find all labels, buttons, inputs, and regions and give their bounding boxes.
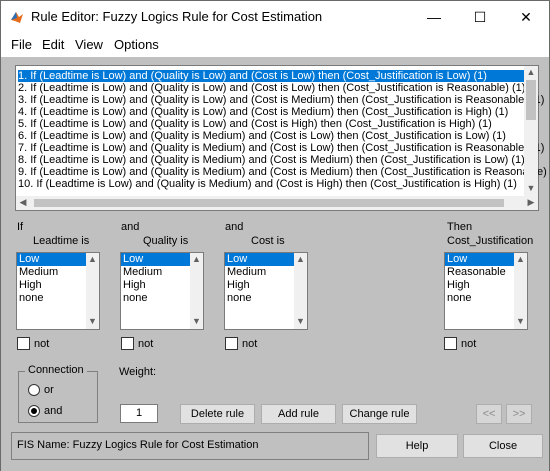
rule-item[interactable]: 6. If (Leadtime is Low) and (Quality is … [18, 130, 526, 142]
quality-option[interactable]: Low [121, 253, 190, 266]
rule-item[interactable]: 7. If (Leadtime is Low) and (Quality is … [18, 142, 544, 154]
scroll-up-icon[interactable]: ▲ [514, 253, 527, 267]
rule-item[interactable]: 3. If (Leadtime is Low) and (Quality is … [18, 94, 544, 106]
leadtime-not-checkbox[interactable] [17, 337, 30, 350]
menu-view[interactable]: View [75, 37, 103, 52]
cost-option[interactable]: Medium [225, 266, 294, 279]
window-title: Rule Editor: Fuzzy Logics Rule for Cost … [31, 9, 323, 24]
leadtime-scrollbar[interactable]: ▲ ▼ [86, 253, 99, 329]
rule-item[interactable]: 5. If (Leadtime is Low) and (Quality is … [18, 118, 526, 130]
cost-label: Cost is [251, 235, 285, 247]
rule-item[interactable]: 2. If (Leadtime is Low) and (Quality is … [18, 82, 526, 94]
rule-item[interactable]: 4. If (Leadtime is Low) and (Quality is … [18, 106, 526, 118]
scroll-down-icon[interactable]: ▼ [524, 182, 538, 196]
rules-list[interactable]: 1. If (Leadtime is Low) and (Quality is … [15, 65, 550, 211]
rules-horizontal-thumb[interactable] [34, 199, 504, 207]
leadtime-option[interactable]: Medium [17, 266, 86, 279]
leadtime-listbox[interactable]: Low Medium High none ▲ ▼ [16, 252, 100, 330]
cost-justification-option[interactable]: Low [445, 253, 514, 266]
rule-item[interactable]: 9. If (Leadtime is Low) and (Quality is … [18, 166, 550, 178]
scroll-down-icon[interactable]: ▼ [86, 315, 99, 329]
leadtime-option[interactable]: Low [17, 253, 86, 266]
scroll-up-icon[interactable]: ▲ [294, 253, 307, 267]
quality-label: Quality is [143, 235, 189, 247]
scroll-down-icon[interactable]: ▼ [294, 315, 307, 329]
minimize-icon: — [427, 9, 441, 25]
quality-scrollbar[interactable]: ▲ ▼ [190, 253, 203, 329]
cost-listbox[interactable]: Low Medium High none ▲ ▼ [224, 252, 308, 330]
cost-justification-not-checkbox[interactable] [444, 337, 457, 350]
help-button[interactable]: Help [376, 434, 458, 458]
status-bar: FIS Name: Fuzzy Logics Rule for Cost Est… [11, 432, 369, 460]
scroll-down-icon[interactable]: ▼ [514, 315, 527, 329]
close-icon: ✕ [520, 8, 532, 25]
cost-justification-option[interactable]: High [445, 279, 514, 292]
or-radio[interactable] [28, 384, 40, 396]
cost-justification-not-label: not [461, 338, 477, 350]
cost-justification-option[interactable]: Reasonable [445, 266, 514, 279]
quality-option[interactable]: none [121, 292, 190, 305]
maximize-icon: ☐ [473, 8, 487, 25]
then-label: Then [447, 221, 473, 233]
connection-label: Connection [25, 364, 87, 376]
minimize-button[interactable]: — [411, 1, 457, 33]
matlab-icon [11, 12, 23, 23]
leadtime-option[interactable]: none [17, 292, 86, 305]
title-bar: Rule Editor: Fuzzy Logics Rule for Cost … [1, 1, 549, 33]
rules-horizontal-scrollbar[interactable]: ◀ ▶ [16, 196, 538, 210]
scroll-up-icon[interactable]: ▲ [86, 253, 99, 267]
and-radio-label: and [44, 405, 63, 417]
and-radio[interactable] [28, 405, 40, 417]
scroll-left-icon[interactable]: ◀ [16, 196, 30, 210]
leadtime-not-label: not [34, 338, 50, 350]
cost-justification-listbox[interactable]: Low Reasonable High none ▲ ▼ [444, 252, 528, 330]
quality-option[interactable]: High [121, 279, 190, 292]
or-label: or [44, 384, 54, 396]
rule-item[interactable]: 8. If (Leadtime is Low) and (Quality is … [18, 154, 526, 166]
cost-justification-label: Cost_Justification [447, 235, 534, 247]
cost-option[interactable]: Low [225, 253, 294, 266]
menu-edit[interactable]: Edit [42, 37, 64, 52]
quality-listbox[interactable]: Low Medium High none ▲ ▼ [120, 252, 204, 330]
scroll-right-icon[interactable]: ▶ [524, 196, 538, 210]
cost-scrollbar[interactable]: ▲ ▼ [294, 253, 307, 329]
weight-input[interactable]: 1 [120, 404, 158, 423]
rule-item[interactable]: 1. If (Leadtime is Low) and (Quality is … [18, 70, 526, 82]
scroll-down-icon[interactable]: ▼ [190, 315, 203, 329]
weight-label: Weight: [119, 366, 157, 378]
close-window-button[interactable]: ✕ [503, 1, 549, 33]
previous-rules-button[interactable]: << [476, 404, 502, 424]
scroll-up-icon[interactable]: ▲ [524, 66, 538, 80]
if-label: If [17, 221, 24, 233]
quality-not-label: not [138, 338, 154, 350]
rule-item[interactable]: 10. If (Leadtime is Low) and (Quality is… [18, 178, 526, 190]
change-rule-button[interactable]: Change rule [342, 404, 417, 424]
cost-option[interactable]: High [225, 279, 294, 292]
maximize-button[interactable]: ☐ [457, 1, 503, 33]
menu-options[interactable]: Options [114, 37, 159, 52]
cost-not-label: not [242, 338, 258, 350]
menu-file[interactable]: File [11, 37, 32, 52]
quality-option[interactable]: Medium [121, 266, 190, 279]
cost-option[interactable]: none [225, 292, 294, 305]
leadtime-option[interactable]: High [17, 279, 86, 292]
cost-justification-scrollbar[interactable]: ▲ ▼ [514, 253, 527, 329]
quality-not-checkbox[interactable] [121, 337, 134, 350]
rule-editor-window: Rule Editor: Fuzzy Logics Rule for Cost … [0, 0, 550, 471]
delete-rule-button[interactable]: Delete rule [180, 404, 255, 424]
close-button[interactable]: Close [463, 434, 543, 458]
leadtime-label: Leadtime is [33, 235, 90, 247]
add-rule-button[interactable]: Add rule [261, 404, 336, 424]
next-rules-button[interactable]: >> [506, 404, 532, 424]
scroll-up-icon[interactable]: ▲ [190, 253, 203, 267]
and-label: and [225, 221, 244, 233]
cost-justification-option[interactable]: none [445, 292, 514, 305]
fis-name-status: FIS Name: Fuzzy Logics Rule for Cost Est… [17, 439, 259, 451]
menu-bar: File Edit View Options [1, 33, 549, 57]
rules-vertical-scrollbar[interactable]: ▲ ▼ [524, 66, 538, 196]
rules-vertical-thumb[interactable] [526, 80, 536, 120]
cost-not-checkbox[interactable] [225, 337, 238, 350]
and-label: and [121, 221, 140, 233]
